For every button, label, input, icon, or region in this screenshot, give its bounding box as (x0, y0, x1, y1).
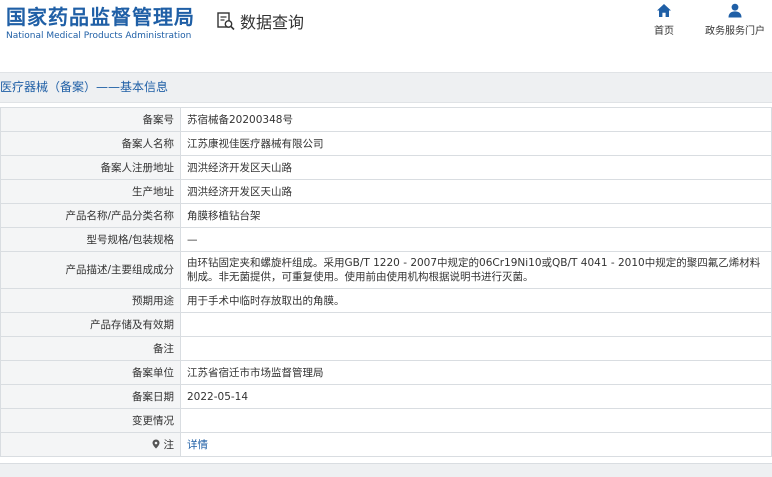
field-label: 备注 (0, 336, 181, 361)
data-query-icon (217, 12, 235, 31)
field-label: 产品名称/产品分类名称 (0, 203, 181, 228)
location-pin-icon (152, 439, 160, 448)
page-heading-text: 数据查询 (240, 13, 305, 32)
section-title: 医疗器械（备案）——基本信息 (0, 80, 169, 94)
field-label: 备案人注册地址 (0, 155, 181, 180)
field-label: 备案人名称 (0, 131, 181, 156)
field-value (180, 312, 772, 337)
table-row: 预期用途 用于手术中临时存放取出的角膜。 (0, 288, 772, 313)
table-row: 备案人注册地址 泗洪经济开发区天山路 (0, 155, 772, 180)
field-label: 型号规格/包装规格 (0, 227, 181, 252)
field-label: 注 (163, 438, 175, 451)
table-row: 变更情况 (0, 408, 772, 433)
nav-service-portal-link[interactable]: 政务服务门户 (702, 3, 768, 37)
field-value (180, 336, 772, 361)
table-row: 生产地址 泗洪经济开发区天山路 (0, 179, 772, 204)
field-value: 2022-05-14 (180, 384, 772, 409)
logo-chinese-name: 国家药品监督管理局 (6, 5, 195, 29)
field-value: 角膜移植钻台架 (180, 203, 772, 228)
field-value: 江苏康视佳医疗器械有限公司 (180, 131, 772, 156)
field-label: 预期用途 (0, 288, 181, 313)
field-value: 用于手术中临时存放取出的角膜。 (180, 288, 772, 313)
field-value: — (180, 227, 772, 252)
field-value: 苏宿械备20200348号 (180, 107, 772, 132)
nav-home-label: 首页 (654, 26, 674, 37)
field-value (180, 408, 772, 433)
home-icon (657, 4, 671, 17)
field-label: 备案单位 (0, 360, 181, 385)
page-heading: 数据查询 (216, 9, 304, 33)
table-row: 备案人名称 江苏康视佳医疗器械有限公司 (0, 131, 772, 156)
table-row: 产品描述/主要组成成分 由环钻固定夹和螺旋杆组成。采用GB/T 1220 - 2… (0, 251, 772, 289)
table-row: 注 详情 (0, 432, 772, 457)
table-row: 产品存储及有效期 (0, 312, 772, 337)
field-value: 泗洪经济开发区天山路 (180, 179, 772, 204)
table-row: 备案日期 2022-05-14 (0, 384, 772, 409)
bottom-bar (0, 463, 772, 477)
section-header: 医疗器械（备案）——基本信息 (0, 72, 772, 103)
table-row: 型号规格/包装规格 — (0, 227, 772, 252)
nav-home-link[interactable]: 首页 (650, 3, 678, 37)
field-label: 变更情况 (0, 408, 181, 433)
site-header: 国家药品监督管理局 National Medical Products Admi… (0, 0, 772, 64)
note-label-cell: 注 (0, 432, 181, 457)
field-label: 备案号 (0, 107, 181, 132)
table-row: 备案单位 江苏省宿迁市市场监督管理局 (0, 360, 772, 385)
field-label: 产品描述/主要组成成分 (0, 251, 181, 289)
table-row: 产品名称/产品分类名称 角膜移植钻台架 (0, 203, 772, 228)
field-value: 由环钻固定夹和螺旋杆组成。采用GB/T 1220 - 2007中规定的06Cr1… (180, 251, 772, 289)
site-logo[interactable]: 国家药品监督管理局 National Medical Products Admi… (6, 4, 195, 43)
field-value: 泗洪经济开发区天山路 (180, 155, 772, 180)
user-icon (728, 3, 742, 18)
field-label: 备案日期 (0, 384, 181, 409)
table-row: 备注 (0, 336, 772, 361)
field-label: 生产地址 (0, 179, 181, 204)
device-info-table: 备案号 苏宿械备20200348号 备案人名称 江苏康视佳医疗器械有限公司 备案… (0, 107, 772, 457)
nav-service-label: 政务服务门户 (705, 26, 765, 37)
details-link[interactable]: 详情 (180, 432, 772, 457)
logo-english-name: National Medical Products Administration (6, 31, 192, 41)
field-value: 江苏省宿迁市市场监督管理局 (180, 360, 772, 385)
field-label: 产品存储及有效期 (0, 312, 181, 337)
table-row: 备案号 苏宿械备20200348号 (0, 107, 772, 132)
